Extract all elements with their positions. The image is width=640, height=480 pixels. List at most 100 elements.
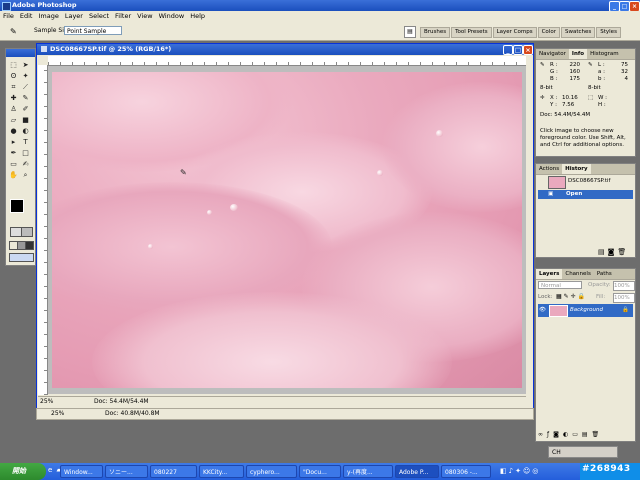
opacity-field[interactable]: 100% (613, 281, 635, 291)
taskbar-item[interactable]: 080306 -... (441, 465, 491, 478)
jump-to-imageready-icon[interactable] (9, 253, 34, 262)
lock-all-icon[interactable]: 🔒 (578, 293, 587, 300)
history-state-open[interactable]: ▣ Open (538, 190, 633, 199)
brush-tool-icon[interactable]: ✎ (20, 93, 31, 103)
new-snapshot-icon[interactable]: ◙ (608, 248, 618, 256)
well-tab-styles[interactable]: Styles (596, 27, 621, 38)
taskbar-item[interactable]: y-(再度... (343, 465, 393, 478)
doc-minimize-button[interactable]: _ (503, 45, 513, 55)
menu-image[interactable]: Image (35, 11, 61, 22)
quick-mask-icon[interactable] (21, 227, 33, 237)
well-tab-color[interactable]: Color (537, 27, 560, 38)
blend-mode-select[interactable]: Normal (538, 281, 582, 289)
tab-history[interactable]: History (562, 164, 591, 174)
start-button[interactable]: 開始 (0, 463, 46, 480)
taskbar-item[interactable]: ソニー... (105, 465, 148, 478)
layer-mask-icon[interactable]: ◙ (553, 431, 563, 438)
rose-photo[interactable]: ✎ (52, 72, 522, 388)
menu-help[interactable]: Help (187, 11, 208, 22)
taskbar-item[interactable]: "Docu... (299, 465, 341, 478)
slice-tool-icon[interactable]: ⟋ (20, 82, 31, 92)
file-browser-icon[interactable]: ▤ (404, 26, 416, 38)
crop-tool-icon[interactable]: ⌗ (8, 82, 19, 92)
trash-icon[interactable]: 🗑 (617, 248, 629, 256)
menu-layer[interactable]: Layer (62, 11, 86, 22)
menu-edit[interactable]: Edit (17, 11, 36, 22)
eraser-tool-icon[interactable]: ▱ (8, 115, 19, 125)
menu-window[interactable]: Window (156, 11, 188, 22)
menu-file[interactable]: File (0, 11, 17, 22)
layer-row-background[interactable]: 👁 Background 🔒 (538, 304, 633, 317)
menu-view[interactable]: View (134, 11, 155, 22)
tab-layers[interactable]: Layers (536, 269, 563, 279)
taskbar-item[interactable]: 080227 (150, 465, 197, 478)
shape-tool-icon[interactable]: □ (20, 148, 31, 158)
doc-maximize-button[interactable]: □ (513, 45, 523, 55)
move-tool-icon[interactable]: ➤ (20, 60, 31, 70)
zoom-level[interactable]: 25% (40, 397, 53, 407)
new-group-icon[interactable]: ▭ (572, 431, 582, 438)
dodge-tool-icon[interactable]: ◐ (20, 126, 31, 136)
messenger-icon[interactable]: ☺ (523, 467, 532, 475)
taskbar-item-active[interactable]: Adobe P... (395, 465, 439, 478)
clone-stamp-tool-icon[interactable]: ♙ (8, 104, 19, 114)
link-layers-icon[interactable]: ∞ (538, 431, 547, 438)
well-tab-layer-comps[interactable]: Layer Comps (492, 27, 537, 38)
taskbar-item[interactable]: KKCity... (199, 465, 244, 478)
lasso-tool-icon[interactable]: ʘ (8, 71, 19, 81)
eyedropper-icon[interactable]: ✍ (20, 159, 31, 169)
pen-tool-icon[interactable]: ✒ (8, 148, 19, 158)
network-icon[interactable]: ◧ (500, 467, 509, 475)
eye-icon[interactable]: 👁 (539, 307, 546, 313)
history-snapshot[interactable]: DSC08667SP.tif (538, 176, 633, 189)
path-selection-tool-icon[interactable]: ▸ (8, 137, 19, 147)
lock-transparency-icon[interactable]: ▦ (556, 293, 564, 300)
lock-position-icon[interactable]: ✛ (571, 293, 578, 300)
eyedropper-tool-icon[interactable]: ✎ (10, 27, 17, 36)
taskbar-item[interactable]: cyphero... (246, 465, 297, 478)
tab-histogram[interactable]: Histogram (587, 49, 622, 59)
document-titlebar[interactable]: DSC08667SP.tif @ 25% (RGB/16*) _ □ × (37, 44, 533, 55)
doc-close-button[interactable]: × (523, 45, 533, 55)
marquee-tool-icon[interactable]: ⬚ (8, 60, 19, 70)
toolbox-header[interactable] (6, 49, 35, 57)
foreground-color-swatch[interactable] (10, 199, 24, 213)
doc-size[interactable]: Doc: 54.4M/54.4M (94, 397, 149, 407)
zoom-tool-icon[interactable]: ⌕ (20, 170, 31, 180)
ie-icon[interactable]: e (48, 466, 53, 474)
taskbar-item[interactable]: Window... (60, 465, 103, 478)
blur-tool-icon[interactable]: ● (8, 126, 19, 136)
tab-paths[interactable]: Paths (594, 269, 615, 279)
type-tool-icon[interactable]: T (20, 137, 31, 147)
menu-select[interactable]: Select (86, 11, 112, 22)
sample-size-select[interactable]: Point Sample (64, 26, 122, 35)
history-brush-tool-icon[interactable]: ✐ (20, 104, 31, 114)
language-bar[interactable]: CH (548, 446, 618, 458)
healing-brush-tool-icon[interactable]: ✚ (8, 93, 19, 103)
lock-image-icon[interactable]: ✎ (564, 293, 571, 300)
well-tab-brushes[interactable]: Brushes (420, 27, 451, 38)
hand-tool-icon[interactable]: ✋ (8, 170, 19, 180)
new-document-icon[interactable]: ▤ (598, 248, 608, 256)
tab-channels[interactable]: Channels (562, 269, 593, 279)
horizontal-ruler[interactable] (48, 56, 526, 66)
gradient-tool-icon[interactable]: ■ (20, 115, 31, 125)
tab-actions[interactable]: Actions (536, 164, 562, 174)
doc2-zoom-level[interactable]: 25% (51, 409, 64, 419)
adjustment-layer-icon[interactable]: ◐ (563, 431, 572, 438)
new-layer-icon[interactable]: ▤ (582, 431, 592, 438)
menu-filter[interactable]: Filter (112, 11, 134, 22)
fill-field[interactable]: 100% (613, 293, 635, 303)
tab-info[interactable]: Info (568, 49, 588, 59)
well-tab-tool-presets[interactable]: Tool Presets (451, 27, 492, 38)
delete-layer-icon[interactable]: 🗑 (592, 431, 604, 438)
security-icon[interactable]: ✦ (515, 467, 523, 475)
screen-mode-full-icon[interactable] (25, 241, 34, 250)
notes-tool-icon[interactable]: ▭ (8, 159, 19, 169)
magic-wand-tool-icon[interactable]: ✦ (20, 71, 31, 81)
doc2-size[interactable]: Doc: 40.8M/40.8M (105, 409, 160, 419)
update-icon[interactable]: ◎ (532, 467, 540, 475)
well-tab-swatches[interactable]: Swatches (560, 27, 596, 38)
vertical-ruler[interactable] (38, 65, 48, 395)
tab-navigator[interactable]: Navigator (536, 49, 569, 59)
